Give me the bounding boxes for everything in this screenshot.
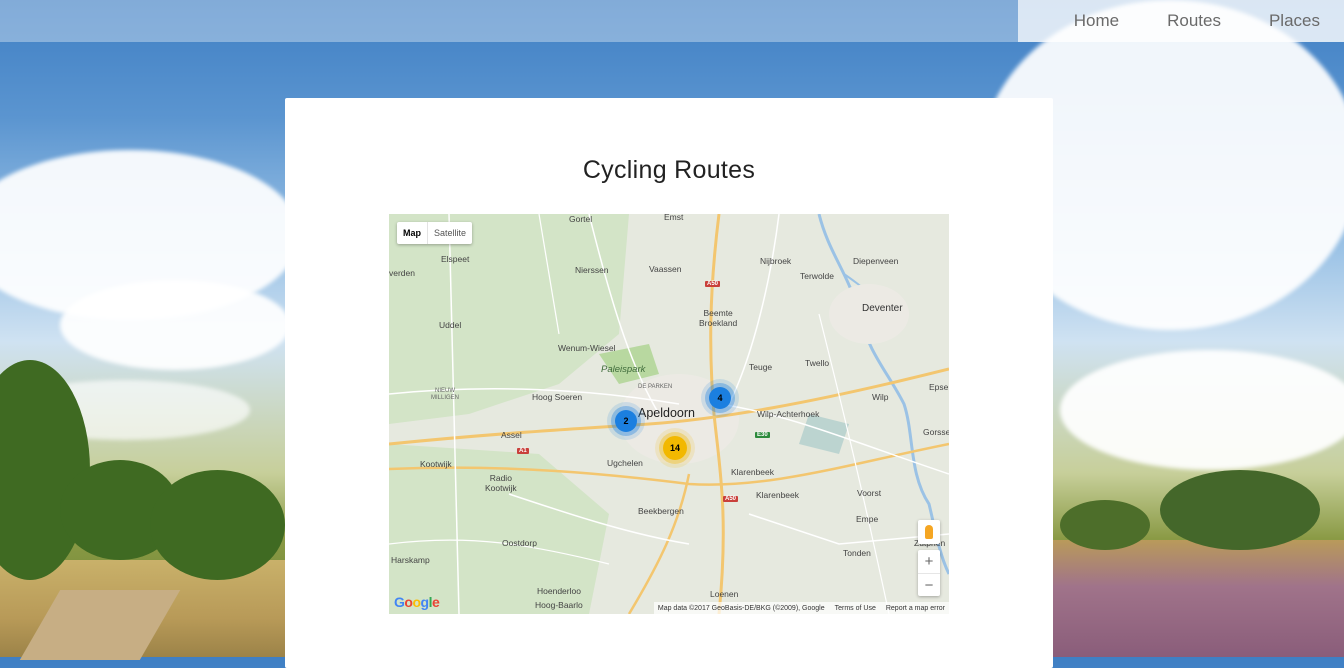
nav-links: Home Routes Places xyxy=(1017,0,1344,42)
nav-routes-link[interactable]: Routes xyxy=(1167,11,1221,31)
map-label: Hoenderloo xyxy=(537,586,581,596)
map-label: Elspeet xyxy=(441,254,470,264)
map-label: Deventer xyxy=(862,303,903,314)
map-label: Hoog-Baarlo xyxy=(535,600,583,610)
map-data-attribution: Map data ©2017 GeoBasis-DE/BKG (©2009), … xyxy=(657,604,825,612)
map-label: Beemte Broekland xyxy=(699,308,738,328)
road-shield: A50 xyxy=(723,496,739,502)
map-label: Wilp xyxy=(872,392,889,402)
map-label: Hoog Soeren xyxy=(532,392,583,402)
cloud xyxy=(60,280,290,370)
terms-of-use-link[interactable]: Terms of Use xyxy=(835,605,876,612)
content-card: Cycling Routes Map Satellite Gortel Emst… xyxy=(285,98,1053,668)
map-label: Empe xyxy=(856,514,879,524)
map-label: Harskamp xyxy=(391,555,430,565)
zoom-in-button[interactable]: + xyxy=(918,550,940,574)
map-label: DE PARKEN xyxy=(638,384,673,390)
map-label: Voorst xyxy=(857,488,882,498)
map-label: Radio Kootwijk xyxy=(485,473,517,493)
zoom-control: + − xyxy=(918,550,940,596)
map-label: Terwolde xyxy=(800,271,835,281)
map-label: Paleispark xyxy=(601,364,646,375)
map-attribution: Map data ©2017 GeoBasis-DE/BKG (©2009), … xyxy=(653,602,949,614)
map-label: Nierssen xyxy=(575,265,609,275)
map-label: Klarenbeek xyxy=(731,467,775,477)
map-label: Vaassen xyxy=(649,264,682,274)
tree xyxy=(1060,500,1150,550)
tree xyxy=(150,470,285,580)
map-label: Loenen xyxy=(710,589,739,599)
google-logo[interactable]: Google xyxy=(394,594,440,610)
map-label: Wenum-Wiesel xyxy=(558,343,616,353)
page-title: Cycling Routes xyxy=(582,156,756,184)
map-label: Nijbroek xyxy=(760,256,792,266)
map-label: Assel xyxy=(501,430,522,440)
road-shield: A50 xyxy=(705,281,721,287)
map-type-control: Map Satellite xyxy=(397,222,473,244)
map-label: Twello xyxy=(805,358,830,368)
map-label: Wilp-Achterhoek xyxy=(757,409,820,419)
map-label: Oostdorp xyxy=(502,538,537,548)
map-cluster-marker[interactable]: 2 xyxy=(615,410,637,432)
top-navbar: Home Routes Places xyxy=(0,0,1344,42)
map-label: NIEUW MILLIGEN xyxy=(431,388,460,401)
heath-field xyxy=(1053,540,1344,657)
road-shield: E30 xyxy=(755,432,770,438)
map-type-map-button[interactable]: Map xyxy=(397,222,428,244)
map-cluster-marker[interactable]: 14 xyxy=(663,436,687,460)
map-type-satellite-button[interactable]: Satellite xyxy=(428,222,472,244)
map-label: Apeldoorn xyxy=(638,406,695,420)
google-map[interactable]: Map Satellite Gortel Emst Elspeet Nijbro… xyxy=(389,214,949,614)
nav-home-link[interactable]: Home xyxy=(1074,11,1119,31)
map-label: Gorssel xyxy=(923,427,949,437)
map-cluster-marker[interactable]: 4 xyxy=(709,387,731,409)
road-shield: A1 xyxy=(517,448,529,454)
report-map-error-link[interactable]: Report a map error xyxy=(886,605,945,612)
map-label: Epse xyxy=(929,382,949,392)
map-label: Beekbergen xyxy=(638,506,684,516)
map-label: Emst xyxy=(664,214,684,222)
map-label: Diepenveen xyxy=(853,256,899,266)
map-label: verden xyxy=(389,268,415,278)
map-label: Kootwijk xyxy=(420,459,452,469)
map-label: Klarenbeek xyxy=(756,490,800,500)
nav-places-link[interactable]: Places xyxy=(1269,11,1320,31)
map-label: Tonden xyxy=(843,548,871,558)
map-label: Teuge xyxy=(749,362,773,372)
map-label: Gortel xyxy=(569,214,593,224)
cloud xyxy=(1060,350,1344,470)
street-view-pegman-icon[interactable] xyxy=(918,520,940,544)
tree xyxy=(1160,470,1320,550)
map-label: Uddel xyxy=(439,320,462,330)
zoom-out-button[interactable]: − xyxy=(918,574,940,597)
map-label: Ugchelen xyxy=(607,458,643,468)
